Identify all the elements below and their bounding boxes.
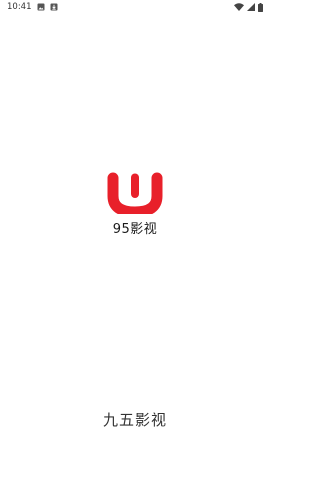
status-bar: 10:41 — [0, 0, 270, 14]
logo-text: 95影视 — [112, 222, 158, 237]
app-name: 九五影视 — [102, 411, 167, 429]
image-icon — [37, 3, 45, 11]
wifi-icon — [234, 3, 244, 11]
download-icon — [50, 3, 58, 11]
status-time: 10:41 — [7, 2, 32, 12]
cellular-signal-icon — [247, 3, 255, 11]
splash-logo: 95影视 — [0, 172, 270, 237]
status-left: 10:41 — [7, 2, 58, 12]
power-logo-icon — [107, 172, 163, 214]
status-right — [234, 2, 263, 12]
battery-icon — [258, 2, 263, 12]
